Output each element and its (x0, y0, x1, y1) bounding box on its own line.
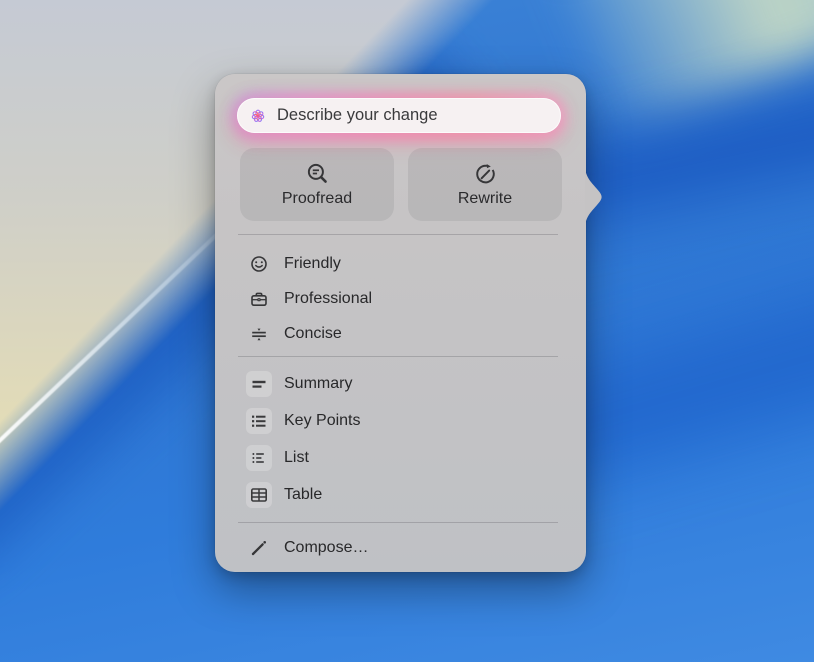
key-points-label: Key Points (284, 412, 360, 430)
rewrite-circle-pencil-icon (474, 162, 497, 185)
proofread-label: Proofread (282, 190, 352, 208)
magnifier-text-icon (306, 162, 329, 185)
describe-change-placeholder: Describe your change (277, 106, 438, 125)
briefcase-icon (246, 286, 272, 312)
menu-item-friendly[interactable]: Friendly (215, 246, 586, 281)
desktop: Describe your change Proofread (0, 0, 814, 662)
summary-label: Summary (284, 375, 352, 393)
menu-item-professional[interactable]: Professional (215, 281, 586, 316)
menu-item-key-points[interactable]: Key Points (215, 402, 586, 439)
professional-label: Professional (284, 290, 372, 308)
smiley-icon (246, 251, 272, 277)
rewrite-label: Rewrite (458, 190, 512, 208)
divider (238, 522, 558, 523)
apple-intelligence-icon (249, 107, 267, 125)
proofread-button[interactable]: Proofread (240, 148, 394, 221)
friendly-label: Friendly (284, 255, 341, 273)
divider (238, 356, 558, 357)
menu-item-concise[interactable]: Concise (215, 316, 586, 351)
compress-lines-icon (246, 321, 272, 347)
writing-tools-popover: Describe your change Proofread (215, 74, 586, 572)
small-list-icon (246, 445, 272, 471)
describe-change-field[interactable]: Describe your change (237, 98, 561, 133)
table-label: Table (284, 486, 322, 504)
menu-item-list[interactable]: List (215, 439, 586, 476)
table-grid-icon (246, 482, 272, 508)
divider (238, 234, 558, 235)
concise-label: Concise (284, 325, 342, 343)
summary-lines-icon (246, 371, 272, 397)
pencil-icon (246, 535, 272, 561)
menu-item-table[interactable]: Table (215, 476, 586, 513)
menu-item-compose[interactable]: Compose… (215, 530, 586, 566)
describe-change-input[interactable]: Describe your change (237, 98, 561, 133)
menu-item-summary[interactable]: Summary (215, 365, 586, 402)
primary-actions: Proofread Rewrite (240, 148, 562, 221)
rewrite-button[interactable]: Rewrite (408, 148, 562, 221)
popover-tail (585, 169, 605, 225)
compose-label: Compose… (284, 539, 368, 557)
list-label: List (284, 449, 309, 467)
bullet-list-icon (246, 408, 272, 434)
